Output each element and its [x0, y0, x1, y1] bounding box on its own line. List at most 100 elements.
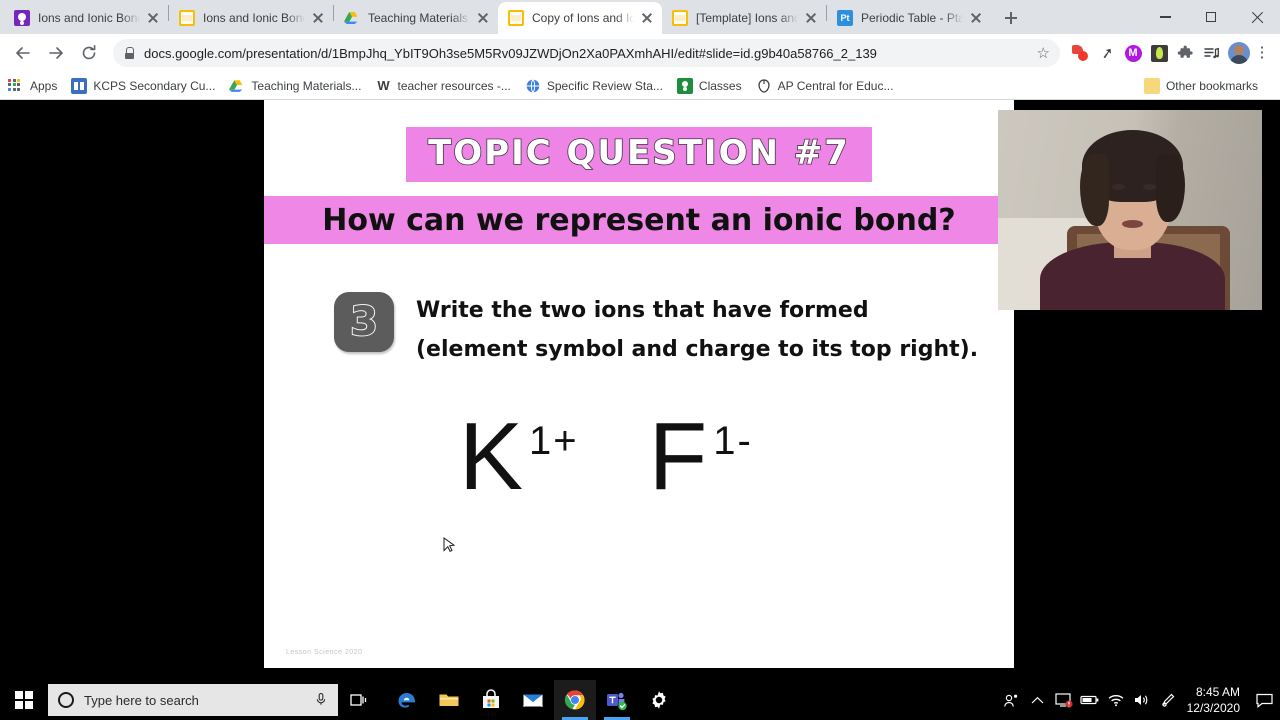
bookmark-label: Specific Review Sta... [546, 78, 663, 93]
bookmark-teaching-materials[interactable]: Teaching Materials... [229, 78, 361, 94]
system-tray: 8:45 AM 12/3/2020 [999, 680, 1280, 720]
notification-center-icon[interactable] [1250, 680, 1278, 720]
browser-tab-4-active[interactable]: Copy of Ions and Ion [498, 2, 662, 34]
mote-extension-icon[interactable]: M [1122, 42, 1144, 64]
taskbar-app-mail[interactable] [512, 680, 554, 720]
folder-icon [1143, 77, 1160, 94]
other-bookmarks-label: Other bookmarks [1165, 78, 1258, 93]
step-number-badge: 3 [334, 292, 394, 352]
browser-tab-1[interactable]: Ions and Ionic Bondi [4, 2, 168, 34]
screencastify-extension-icon[interactable] [1070, 42, 1092, 64]
webcam-person-mouth [1122, 220, 1144, 228]
slides-icon [672, 10, 688, 26]
search-input[interactable]: Type here to search [48, 684, 338, 716]
address-bar[interactable]: docs.google.com/presentation/d/1BmpJhq_Y… [113, 39, 1060, 67]
webcam-person-eye-left [1111, 184, 1125, 190]
slides-icon [179, 10, 195, 26]
other-bookmarks-button[interactable]: Other bookmarks [1143, 77, 1258, 94]
wifi-icon[interactable] [1103, 680, 1129, 720]
ion-charge: 1- [713, 419, 753, 463]
windows-logo-icon [15, 691, 33, 709]
clock-time: 8:45 AM [1195, 684, 1240, 699]
volume-icon[interactable] [1129, 680, 1155, 720]
bookmark-label: KCPS Secondary Cu... [93, 78, 216, 93]
bookmark-specific-review[interactable]: Specific Review Sta... [525, 78, 663, 94]
taskbar-app-file-explorer[interactable] [428, 680, 470, 720]
bookmark-classes[interactable]: Classes [676, 77, 742, 94]
tab-close-icon[interactable] [638, 9, 656, 27]
microphone-icon[interactable] [314, 692, 328, 709]
mouse-cursor [443, 537, 456, 556]
topic-question-banner: TOPIC QUESTION #7 [406, 127, 872, 182]
tab-close-icon[interactable] [309, 9, 327, 27]
puzzle-extensions-icon[interactable] [1174, 42, 1196, 64]
bookmark-label: teacher resources -... [397, 78, 511, 93]
show-hidden-icons-chevron[interactable] [1025, 680, 1051, 720]
cortana-circle-icon [58, 692, 74, 708]
tab-close-icon[interactable] [802, 9, 820, 27]
tab-close-icon[interactable] [474, 9, 492, 27]
close-window-button[interactable] [1234, 1, 1280, 33]
maximize-button[interactable] [1188, 1, 1234, 33]
taskbar-apps [386, 680, 680, 720]
bookmark-teacher-resources[interactable]: W teacher resources -... [375, 77, 511, 94]
green-extension-icon[interactable] [1148, 42, 1170, 64]
step-instruction: 3 Write the two ions that have formed (e… [334, 292, 1014, 369]
reload-icon[interactable] [74, 38, 104, 68]
url-text: docs.google.com/presentation/d/1BmpJhq_Y… [144, 45, 877, 61]
taskbar-app-edge[interactable] [386, 680, 428, 720]
ion-answer-row: K 1+ F 1- [264, 403, 1014, 510]
classroom-icon [14, 10, 30, 26]
taskbar-app-microsoft-teams[interactable] [596, 680, 638, 720]
classroom-icon [676, 77, 693, 94]
step-number: 3 [349, 299, 379, 345]
task-view-button[interactable] [338, 680, 380, 720]
bookmark-kcps[interactable]: KCPS Secondary Cu... [71, 77, 216, 94]
screen: Ions and Ionic Bondi Ions and Ionic Bond… [0, 0, 1280, 720]
start-button[interactable] [0, 680, 48, 720]
taskbar-app-chrome[interactable] [554, 680, 596, 720]
webcam-person-hair-left [1079, 154, 1109, 226]
tab-close-icon[interactable] [144, 9, 162, 27]
google-slides-presentation[interactable]: TOPIC QUESTION #7 How can we represent a… [264, 100, 1014, 668]
taskbar-clock[interactable]: 8:45 AM 12/3/2020 [1181, 684, 1250, 716]
new-tab-button[interactable] [997, 4, 1025, 32]
bookmark-apps[interactable]: Apps [8, 78, 57, 94]
window-controls [1142, 0, 1280, 34]
back-arrow-icon[interactable] [8, 38, 38, 68]
tab-title: Periodic Table - Ptab [861, 11, 963, 25]
star-icon[interactable]: ☆ [1029, 44, 1050, 62]
browser-tab-5[interactable]: [Template] Ions and [662, 2, 826, 34]
webcam-overlay[interactable] [998, 110, 1262, 310]
tab-title: Ions and Ionic Bondi [203, 11, 305, 25]
bookmark-ap-central[interactable]: AP Central for Educ... [756, 78, 893, 94]
ion-symbol: F [648, 403, 708, 510]
pen-workspace-icon[interactable] [1155, 680, 1181, 720]
taskbar-app-microsoft-store[interactable] [470, 680, 512, 720]
bookmark-label: Apps [30, 78, 58, 93]
tab-strip: Ions and Ionic Bondi Ions and Ionic Bond… [0, 0, 1280, 34]
browser-tab-6[interactable]: Pt Periodic Table - Ptab [827, 2, 991, 34]
tab-title: Teaching Materials [368, 11, 469, 25]
browser-tab-3[interactable]: Teaching Materials [334, 2, 498, 34]
minimize-button[interactable] [1142, 1, 1188, 33]
profile-avatar[interactable] [1228, 42, 1250, 64]
rocket-extension-icon[interactable]: ➚ [1096, 42, 1118, 64]
wiki-w-icon: W [377, 77, 390, 93]
forward-arrow-icon[interactable] [41, 38, 71, 68]
taskbar-app-settings[interactable] [638, 680, 680, 720]
browser-tab-2[interactable]: Ions and Ionic Bondi [169, 2, 333, 34]
tab-title: [Template] Ions and [696, 11, 798, 25]
reading-list-icon[interactable] [1200, 42, 1222, 64]
people-icon[interactable] [999, 680, 1025, 720]
battery-icon[interactable] [1077, 680, 1103, 720]
screen-share-alert-icon[interactable] [1051, 680, 1077, 720]
lock-icon [123, 47, 135, 59]
tab-title: Ions and Ionic Bondi [38, 11, 140, 25]
ion-potassium: K 1+ [459, 408, 579, 505]
tab-close-icon[interactable] [967, 9, 985, 27]
drive-icon [344, 10, 360, 26]
kebab-menu-icon[interactable]: ⋮ [1252, 45, 1272, 60]
chrome-browser-window: Ions and Ionic Bondi Ions and Ionic Bond… [0, 0, 1280, 680]
question-text: How can we represent an ionic bond? [322, 202, 956, 238]
